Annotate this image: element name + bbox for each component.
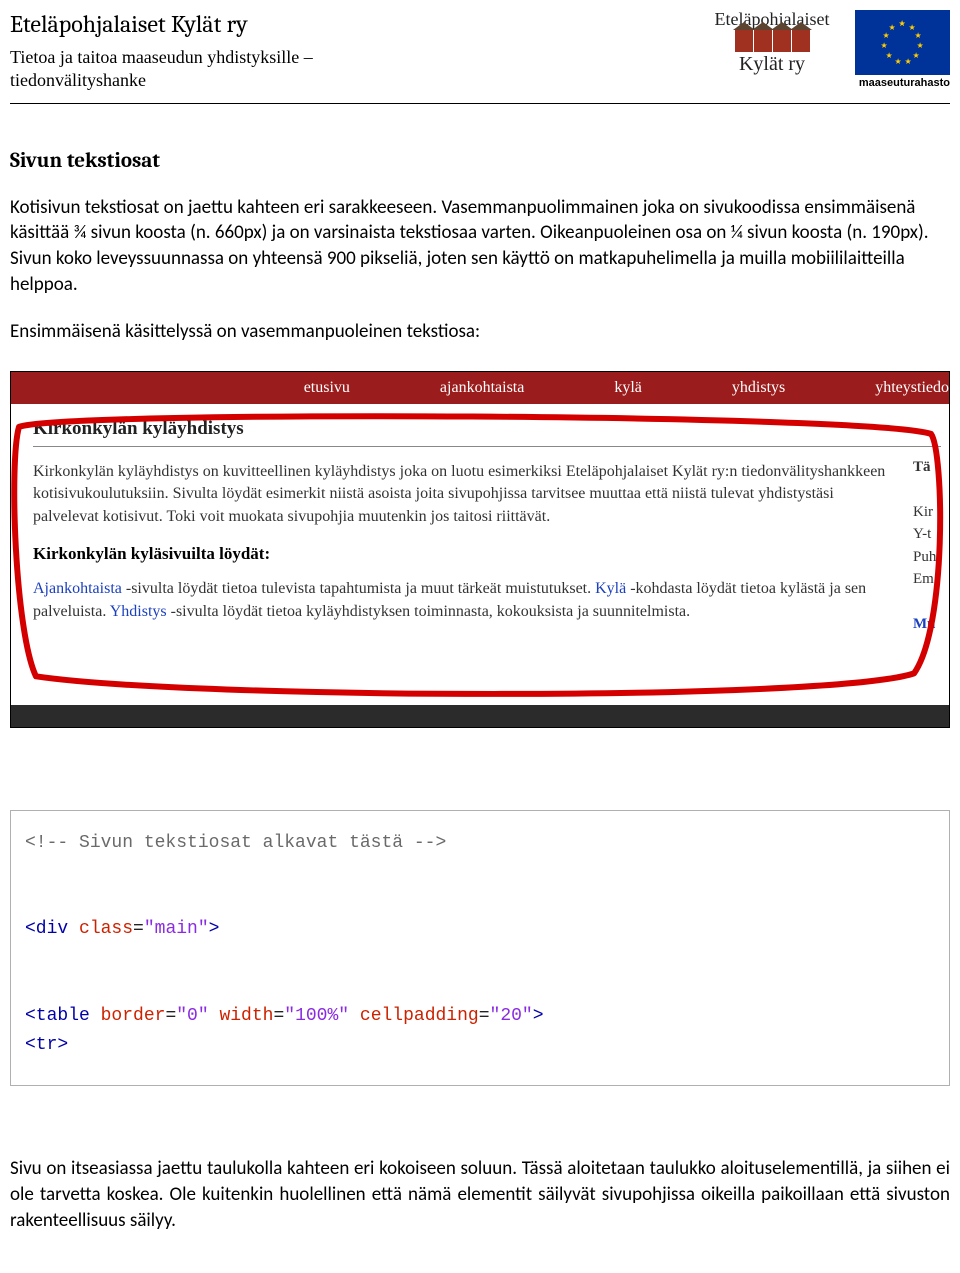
logo-text-bottom: Kylät ry <box>697 54 847 74</box>
nav-ajankohtaista[interactable]: ajankohtaista <box>440 379 524 397</box>
preview-paragraph-1: Kirkonkylän kyläyhdistys on kuvitteellin… <box>33 461 903 528</box>
subtitle-line-1: Tietoa ja taitoa maaseudun yhdistyksille… <box>10 47 313 67</box>
link-yhdistys[interactable]: Yhdistys <box>110 603 167 620</box>
nav-kyla[interactable]: kylä <box>614 379 642 397</box>
side-l3: Puh <box>913 546 950 569</box>
code-screenshot: <!-- Sivun tekstiosat alkavat tästä --> … <box>10 810 950 1086</box>
code-tr: <tr> <box>25 1035 68 1055</box>
clipped-sidebar-text: Tä Kir Y-t Puh Em Mu <box>913 456 950 636</box>
paragraph-1: Kotisivun tekstiosat on jaettu kahteen e… <box>10 195 950 298</box>
preview-subheading: Kirkonkylän kyläsivuilta löydät: <box>33 544 941 564</box>
code-border-attr: border <box>90 1006 166 1026</box>
link-kyla[interactable]: Kylä <box>595 580 626 597</box>
ep-kylat-logo-icon: Eteläpohjalaiset Kylät ry <box>697 10 847 74</box>
nav-etusivu[interactable]: etusivu <box>304 379 350 397</box>
code-div-end: > <box>209 919 220 939</box>
subtitle-line-2: tiedonvälityshanke <box>10 70 146 90</box>
website-preview-screenshot: etusivu ajankohtaista kylä yhdistys yhte… <box>10 371 950 728</box>
code-cellpadding-val: "20" <box>490 1006 533 1026</box>
code-table-end: > <box>533 1006 544 1026</box>
document-subtitle: Tietoa ja taitoa maaseudun yhdistyksille… <box>10 46 610 93</box>
nav-menu-bar: etusivu ajankohtaista kylä yhdistys yhte… <box>11 372 949 404</box>
header-logos: Eteläpohjalaiset Kylät ry ★ ★ ★ ★ ★ ★ ★ <box>697 10 950 89</box>
nav-yhdistys[interactable]: yhdistys <box>732 379 785 397</box>
footer-bar <box>11 705 949 727</box>
code-class-val: "main" <box>144 919 209 939</box>
paragraph-2: Ensimmäisenä käsittelyssä on vasemmanpuo… <box>10 319 950 345</box>
code-eq: = <box>133 919 144 939</box>
code-cellpadding-attr: cellpadding <box>349 1006 479 1026</box>
divider <box>33 446 941 447</box>
nav-yhteystiedot[interactable]: yhteystiedo <box>875 379 949 397</box>
maaseuturahasto-label: maaseuturahasto <box>855 77 950 89</box>
section-title: Sivun tekstiosat <box>10 149 950 173</box>
code-div-open: <div <box>25 919 68 939</box>
link-ajankohtaista[interactable]: Ajankohtaista <box>33 580 122 597</box>
code-border-val: "0" <box>176 1006 208 1026</box>
document-header: Eteläpohjalaiset Kylät ry Tietoa ja tait… <box>10 10 950 104</box>
side-mu: Mu <box>913 613 950 636</box>
paragraph-3: Sivu on itseasiassa jaettu taulukolla ka… <box>10 1156 950 1233</box>
houses-icon <box>697 30 847 52</box>
side-l2: Y-t <box>913 523 950 546</box>
side-t: Tä <box>913 456 950 479</box>
preview-heading: Kirkonkylän kyläyhdistys <box>33 418 941 440</box>
preview-text-c: -sivulta löydät tietoa kyläyhdistyksen t… <box>167 603 691 620</box>
code-width-val: "100%" <box>284 1006 349 1026</box>
side-l4: Em <box>913 568 950 591</box>
code-comment: <!-- Sivun tekstiosat alkavat tästä --> <box>25 833 446 853</box>
preview-text-a: -sivulta löydät tietoa tulevista tapahtu… <box>122 580 595 597</box>
code-class-attr: class <box>68 919 133 939</box>
side-l1: Kir <box>913 501 950 524</box>
code-width-attr: width <box>209 1006 274 1026</box>
organization-name: Eteläpohjalaiset Kylät ry <box>10 10 610 38</box>
code-table-open: <table <box>25 1006 90 1026</box>
preview-paragraph-2: Ajankohtaista -sivulta löydät tietoa tul… <box>33 578 903 623</box>
eu-flag-icon: ★ ★ ★ ★ ★ ★ ★ ★ ★ ★ ★ ★ <box>855 10 950 75</box>
